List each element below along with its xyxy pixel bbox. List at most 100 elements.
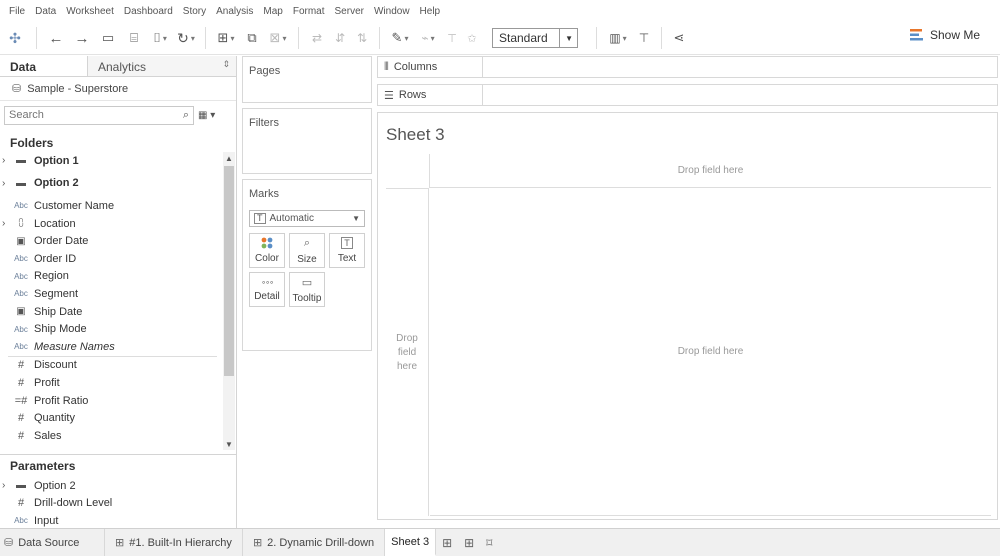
new-worksheet-icon[interactable]: ⊞ ▾ (212, 26, 240, 50)
rows-shelf[interactable]: ☰ Rows (377, 84, 998, 106)
field-option-2[interactable]: › ▬ Option 2 (0, 175, 237, 193)
menu-format[interactable]: Format (288, 6, 330, 17)
view-toggle-icon[interactable]: ▦ ▾ (198, 110, 215, 121)
datasource-item[interactable]: ⛁ Sample - Superstore (0, 77, 236, 101)
size-label: Size (297, 253, 317, 265)
param-option-2[interactable]: › ▬ Option 2 (0, 477, 237, 495)
menu-window[interactable]: Window (369, 6, 415, 17)
detail-button[interactable]: ∘∘∘ Detail (249, 272, 285, 307)
number-icon: # (17, 429, 25, 442)
field-region[interactable]: Abc Region (0, 268, 237, 286)
field-quantity[interactable]: # Quantity (0, 409, 237, 427)
menu-help[interactable]: Help (415, 6, 446, 17)
fix-axes-icon[interactable]: ✩ (462, 26, 482, 50)
drop-zone-main[interactable]: Drop field here (430, 188, 991, 516)
tab-sheet-3[interactable]: Sheet 3 (385, 529, 437, 556)
field-ship-mode[interactable]: Abc Ship Mode (0, 320, 237, 338)
show-me-label: Show Me (929, 28, 980, 42)
string-icon: Abc (14, 516, 28, 526)
pane-menu-icon[interactable]: ⇕ (222, 59, 230, 70)
redo-icon[interactable]: → (69, 26, 95, 50)
save-icon[interactable]: ▭ (95, 26, 121, 50)
param-label: Drill-down Level (34, 497, 113, 510)
field-customer-name[interactable]: Abc Customer Name (0, 197, 237, 215)
field-sales[interactable]: # Sales (0, 427, 237, 445)
expand-icon[interactable]: › (0, 178, 10, 189)
tab-analytics[interactable]: Analytics ⇕ (88, 56, 236, 76)
columns-shelf[interactable]: ⦀ Columns (377, 56, 998, 78)
columns-label-area: ⦀ Columns (378, 57, 483, 77)
filters-shelf[interactable]: Filters (242, 108, 372, 174)
menu-dashboard[interactable]: Dashboard (119, 6, 178, 17)
detail-icon: ∘∘∘ (260, 277, 274, 287)
swap-icon[interactable]: ⇄ (305, 26, 329, 50)
new-dashboard-icon[interactable]: ⊞ (458, 536, 480, 550)
group-icon[interactable]: ⌁ ▾ (414, 26, 442, 50)
field-location[interactable]: › ⩇ Location (0, 215, 237, 233)
field-segment[interactable]: Abc Segment (0, 285, 237, 303)
tab-built-in-hierarchy[interactable]: ⊞ #1. Built-In Hierarchy (105, 529, 243, 556)
pause-updates-icon[interactable]: ⌷ ▾ (147, 26, 173, 50)
refresh-icon[interactable]: ↻ ▾ (173, 26, 199, 50)
pages-shelf[interactable]: Pages (242, 56, 372, 103)
menu-worksheet[interactable]: Worksheet (61, 6, 119, 17)
menu-story[interactable]: Story (178, 6, 211, 17)
fit-dropdown[interactable]: Standard ▼ (492, 28, 578, 48)
tooltip-button[interactable]: ▭ Tooltip (289, 272, 325, 307)
tab-label: Data Source (18, 536, 80, 549)
presentation-icon[interactable]: ⊤ (633, 26, 655, 50)
field-list-scrollbar[interactable]: ▲ ▼ (223, 152, 235, 450)
expand-icon[interactable]: › (0, 480, 10, 491)
chart-size-icon[interactable]: ▥ ▾ (603, 26, 633, 50)
field-profit-ratio[interactable]: =# Profit Ratio (0, 392, 237, 410)
drop-zone-columns[interactable]: Drop field here (429, 154, 991, 188)
menu-data[interactable]: Data (30, 6, 61, 17)
expand-icon[interactable]: › (0, 218, 10, 229)
highlight-icon[interactable]: ✎ ▾ (386, 26, 414, 50)
sheet-tabs-bar: ⛁ Data Source ⊞ #1. Built-In Hierarchy ⊞… (0, 528, 1000, 556)
tableau-logo-icon[interactable]: ✣ (0, 26, 30, 50)
field-discount[interactable]: # Discount (0, 357, 237, 375)
undo-icon[interactable]: ← (43, 26, 69, 50)
size-button[interactable]: ⌕ Size (289, 233, 325, 268)
menu-map[interactable]: Map (258, 6, 287, 17)
number-icon: # (17, 359, 25, 372)
clear-icon[interactable]: ⊠ ▾ (264, 26, 292, 50)
search-input[interactable] (9, 109, 159, 121)
new-story-icon[interactable]: ⌑ (480, 536, 498, 550)
scroll-up-icon[interactable]: ▲ (224, 154, 234, 163)
toolbar-divider (205, 27, 206, 49)
search-field[interactable]: ⌕ (4, 105, 194, 125)
mark-type-dropdown[interactable]: T Automatic ▼ (249, 210, 365, 227)
show-me-button[interactable]: Show Me (909, 28, 980, 42)
scroll-down-icon[interactable]: ▼ (224, 440, 234, 449)
sort-descending-icon[interactable]: ⇅ (351, 26, 373, 50)
field-order-date[interactable]: ▣ Order Date (0, 232, 237, 250)
drop-zone-rows[interactable]: Drop field here (386, 188, 429, 516)
new-worksheet-icon[interactable]: ⊞ (436, 536, 458, 550)
new-datasource-icon[interactable]: ⌸ (121, 26, 147, 50)
tab-data[interactable]: Data (0, 56, 88, 76)
field-measure-names[interactable]: Abc Measure Names (0, 338, 237, 356)
field-option-1[interactable]: › ▬ Option 1 (0, 152, 237, 170)
field-ship-date[interactable]: ▣ Ship Date (0, 303, 237, 321)
menu-file[interactable]: File (4, 6, 30, 17)
columns-label: Columns (393, 61, 438, 73)
labels-icon[interactable]: ⊤ (442, 26, 462, 50)
field-order-id[interactable]: Abc Order ID (0, 250, 237, 268)
sheet-title[interactable]: Sheet 3 (386, 125, 445, 145)
param-drill-down-level[interactable]: # Drill-down Level (0, 495, 237, 513)
expand-icon[interactable]: › (0, 155, 10, 166)
tab-dynamic-drill-down[interactable]: ⊞ 2. Dynamic Drill-down (243, 529, 386, 556)
field-profit[interactable]: # Profit (0, 374, 237, 392)
color-button[interactable]: Color (249, 233, 285, 268)
field-label: Profit (34, 376, 60, 389)
duplicate-icon[interactable]: ⧉ (240, 26, 264, 50)
text-button[interactable]: T Text (329, 233, 365, 268)
menu-server[interactable]: Server (330, 6, 369, 17)
menu-analysis[interactable]: Analysis (211, 6, 258, 17)
share-icon[interactable]: ⋖ (668, 26, 690, 50)
scroll-thumb[interactable] (224, 166, 234, 376)
tab-data-source[interactable]: ⛁ Data Source (0, 529, 105, 556)
sort-ascending-icon[interactable]: ⇵ (329, 26, 351, 50)
